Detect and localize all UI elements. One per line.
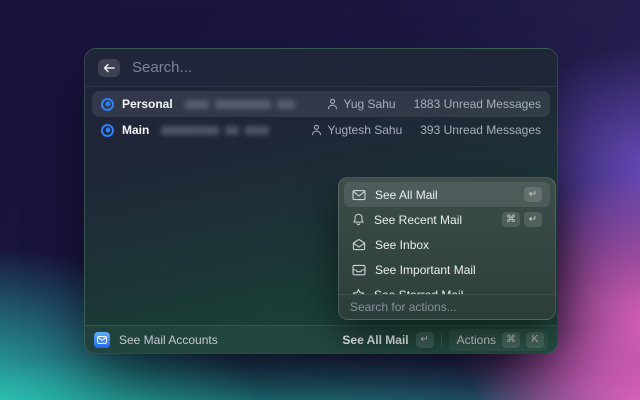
redacted-email (185, 100, 295, 109)
back-button[interactable] (98, 59, 120, 77)
account-label: Main (122, 123, 149, 137)
search-input[interactable] (132, 59, 544, 76)
bell-icon (352, 213, 365, 226)
unread-count: 1883 Unread Messages (414, 97, 541, 111)
status-bar: See Mail Accounts See All Mail ↵ Actions… (85, 325, 557, 353)
actions-search-row (339, 294, 555, 319)
account-meta: Yug Sahu 1883 Unread Messages (327, 97, 541, 111)
cmd-key-badge: ⌘ (502, 332, 520, 348)
account-row-main[interactable]: Main Yugtesh Sahu 393 Unread Messages (92, 117, 550, 143)
account-label: Personal (122, 97, 173, 111)
person-icon (327, 98, 338, 110)
action-label: See All Mail (375, 188, 438, 202)
action-label: See Inbox (375, 238, 429, 252)
actions-menu-button[interactable]: Actions ⌘ K (449, 329, 548, 351)
inbox-icon (352, 238, 366, 251)
return-key-badge: ↵ (524, 187, 542, 202)
action-see-starred-mail[interactable]: See Starred Mail (344, 282, 550, 294)
account-circle-icon (101, 98, 114, 111)
person-icon (311, 124, 322, 136)
action-label: See Recent Mail (374, 213, 462, 227)
action-see-inbox[interactable]: See Inbox (344, 232, 550, 257)
search-header (85, 49, 557, 87)
mail-app-icon (94, 332, 110, 348)
account-circle-icon (101, 124, 114, 137)
action-see-important-mail[interactable]: See Important Mail (344, 257, 550, 282)
account-row-personal[interactable]: Personal Yug Sahu 1883 Unread Messages (92, 91, 550, 117)
envelope-icon (352, 189, 366, 201)
arrow-left-icon (103, 63, 115, 73)
primary-action-button[interactable]: See All Mail (342, 333, 408, 347)
k-key-badge: K (526, 332, 544, 348)
actions-search-input[interactable] (350, 300, 544, 314)
actions-popup: See All Mail ↵ See Recent Mail ⌘ ↵ See I… (338, 177, 556, 320)
account-list: Personal Yug Sahu 1883 Unread Messages M… (85, 87, 557, 143)
redacted-email (161, 126, 269, 135)
account-meta: Yugtesh Sahu 393 Unread Messages (311, 123, 541, 137)
account-owner: Yugtesh Sahu (328, 123, 403, 137)
actions-list: See All Mail ↵ See Recent Mail ⌘ ↵ See I… (339, 178, 555, 294)
unread-count: 393 Unread Messages (420, 123, 541, 137)
action-see-recent-mail[interactable]: See Recent Mail ⌘ ↵ (344, 207, 550, 232)
return-key-badge: ↵ (416, 332, 434, 348)
account-owner: Yug Sahu (344, 97, 396, 111)
return-key-badge: ↵ (524, 212, 542, 227)
action-label: See Important Mail (375, 263, 476, 277)
cmd-key-badge: ⌘ (502, 212, 520, 227)
tray-icon (352, 264, 366, 276)
command-title: See Mail Accounts (119, 333, 218, 347)
divider (441, 333, 442, 347)
action-see-all-mail[interactable]: See All Mail ↵ (344, 182, 550, 207)
